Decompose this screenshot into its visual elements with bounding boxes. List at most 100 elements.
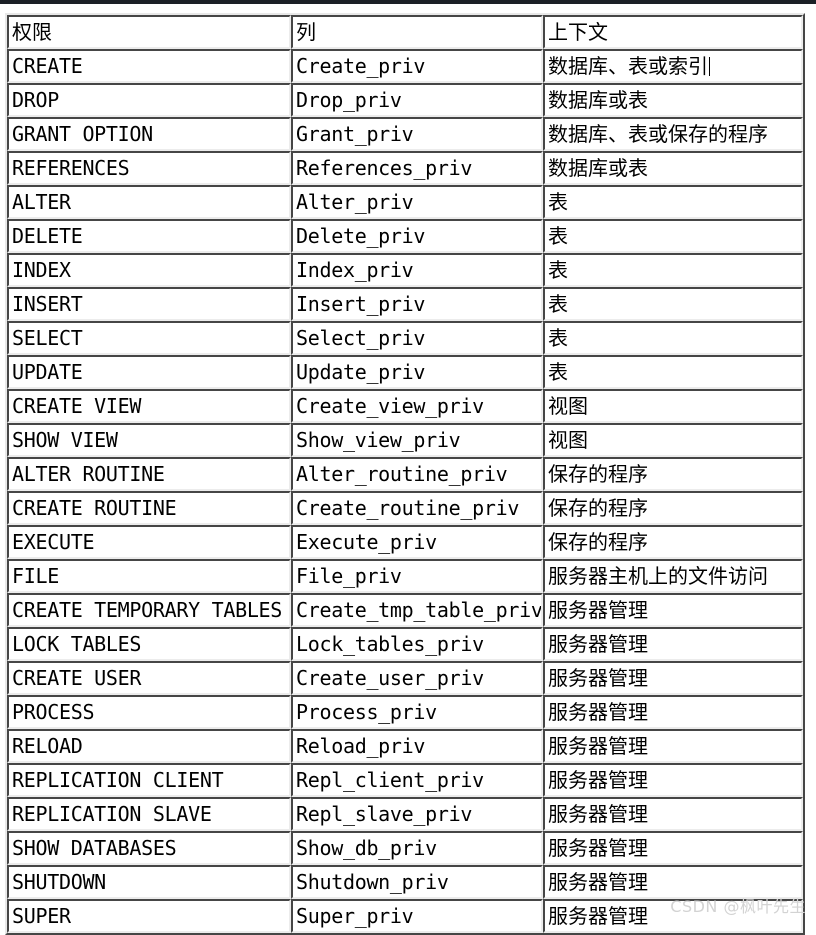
cell-privilege: ALTER ROUTINE bbox=[7, 457, 291, 491]
column-name: Grant_priv bbox=[296, 121, 414, 146]
cell-column: Select_priv bbox=[291, 321, 543, 355]
cell-context: 服务器管理 bbox=[543, 695, 803, 729]
cell-context: 服务器管理 bbox=[543, 763, 803, 797]
cell-column: Repl_slave_priv bbox=[291, 797, 543, 831]
context-text: 数据库、表或保存的程序 bbox=[548, 121, 768, 146]
privilege-name: PROCESS bbox=[12, 699, 95, 724]
context-text: 服务器主机上的文件访问 bbox=[548, 563, 768, 588]
context-text: 表 bbox=[548, 189, 568, 214]
column-name: Reload_priv bbox=[296, 733, 426, 758]
context-text: 表 bbox=[548, 325, 568, 350]
privilege-name: CREATE VIEW bbox=[12, 393, 142, 418]
cell-column: Reload_priv bbox=[291, 729, 543, 763]
cell-context: 表 bbox=[543, 287, 803, 321]
context-text: 服务器管理 bbox=[548, 631, 648, 656]
column-name: Insert_priv bbox=[296, 291, 426, 316]
table-row: SELECT Select_priv 表 bbox=[7, 321, 803, 355]
privilege-name: SHOW DATABASES bbox=[12, 835, 177, 860]
column-header-privilege: 权限 bbox=[7, 15, 291, 49]
table-row: CREATE ROUTINE Create_routine_priv 保存的程序 bbox=[7, 491, 803, 525]
cell-context: 表 bbox=[543, 321, 803, 355]
column-name: Create_routine_priv bbox=[296, 495, 520, 520]
cell-column: Create_priv bbox=[291, 49, 543, 83]
context-text: 服务器管理 bbox=[548, 597, 648, 622]
context-text: 保存的程序 bbox=[548, 461, 648, 486]
cell-privilege: DROP bbox=[7, 83, 291, 117]
privilege-name: CREATE TEMPORARY TABLES bbox=[12, 597, 283, 622]
cell-privilege: DELETE bbox=[7, 219, 291, 253]
table-row: REPLICATION CLIENT Repl_client_priv 服务器管理 bbox=[7, 763, 803, 797]
cell-column: References_priv bbox=[291, 151, 543, 185]
privilege-name: SELECT bbox=[12, 325, 83, 350]
context-text: 保存的程序 bbox=[548, 495, 648, 520]
cell-privilege: CREATE USER bbox=[7, 661, 291, 695]
column-name: Execute_priv bbox=[296, 529, 437, 554]
table-row: INDEX Index_priv 表 bbox=[7, 253, 803, 287]
cell-column: Create_tmp_table_priv bbox=[291, 593, 543, 627]
cell-context: 保存的程序 bbox=[543, 491, 803, 525]
cell-column: Create_view_priv bbox=[291, 389, 543, 423]
table-row: ALTER ROUTINE Alter_routine_priv 保存的程序 bbox=[7, 457, 803, 491]
cell-privilege: FILE bbox=[7, 559, 291, 593]
cell-context: 表 bbox=[543, 355, 803, 389]
privilege-name: REPLICATION SLAVE bbox=[12, 801, 212, 826]
cell-privilege: INDEX bbox=[7, 253, 291, 287]
cell-context: 视图 bbox=[543, 389, 803, 423]
privilege-name: EXECUTE bbox=[12, 529, 95, 554]
context-text: 表 bbox=[548, 223, 568, 248]
cell-privilege: SHOW DATABASES bbox=[7, 831, 291, 865]
cell-column: Show_view_priv bbox=[291, 423, 543, 457]
cell-context: 服务器管理 bbox=[543, 797, 803, 831]
column-name: Update_priv bbox=[296, 359, 426, 384]
column-name: Repl_client_priv bbox=[296, 767, 484, 792]
cell-privilege: PROCESS bbox=[7, 695, 291, 729]
context-text: 表 bbox=[548, 257, 568, 282]
table-row: RELOAD Reload_priv 服务器管理 bbox=[7, 729, 803, 763]
column-name: Create_view_priv bbox=[296, 393, 484, 418]
cell-column: Alter_priv bbox=[291, 185, 543, 219]
column-header-context: 上下文 bbox=[543, 15, 803, 49]
table-row: FILE File_priv 服务器主机上的文件访问 bbox=[7, 559, 803, 593]
context-text: 服务器管理 bbox=[548, 767, 648, 792]
cell-context: 服务器管理 bbox=[543, 593, 803, 627]
cell-column: Lock_tables_priv bbox=[291, 627, 543, 661]
privilege-name: LOCK TABLES bbox=[12, 631, 142, 656]
table-row: DROP Drop_priv 数据库或表 bbox=[7, 83, 803, 117]
cell-column: Shutdown_priv bbox=[291, 865, 543, 899]
cell-column: Update_priv bbox=[291, 355, 543, 389]
column-name: Create_user_priv bbox=[296, 665, 484, 690]
table-row: SHOW VIEW Show_view_priv 视图 bbox=[7, 423, 803, 457]
privilege-name: INDEX bbox=[12, 257, 71, 282]
privilege-name: REFERENCES bbox=[12, 155, 130, 180]
cell-privilege: REFERENCES bbox=[7, 151, 291, 185]
column-name: Delete_priv bbox=[296, 223, 426, 248]
column-name: Select_priv bbox=[296, 325, 426, 350]
cell-column: Process_priv bbox=[291, 695, 543, 729]
cell-context: 表 bbox=[543, 185, 803, 219]
cell-context: 数据库、表或保存的程序 bbox=[543, 117, 803, 151]
column-name: Super_priv bbox=[296, 903, 414, 928]
cell-column: Drop_priv bbox=[291, 83, 543, 117]
column-name: Show_db_priv bbox=[296, 835, 437, 860]
cell-privilege: CREATE bbox=[7, 49, 291, 83]
context-text: 服务器管理 bbox=[548, 869, 648, 894]
table-row: CREATE VIEW Create_view_priv 视图 bbox=[7, 389, 803, 423]
column-name: References_priv bbox=[296, 155, 473, 180]
privilege-name: INSERT bbox=[12, 291, 83, 316]
context-text: 数据库或表 bbox=[548, 87, 648, 112]
cell-privilege: INSERT bbox=[7, 287, 291, 321]
cell-privilege: CREATE TEMPORARY TABLES bbox=[7, 593, 291, 627]
privilege-name: CREATE ROUTINE bbox=[12, 495, 177, 520]
document-page: 权限 列 上下文 CREATE Create_priv 数据库、表或索引 DROP Dr… bbox=[0, 4, 816, 935]
cell-context: 服务器管理 bbox=[543, 729, 803, 763]
table-row: CREATE TEMPORARY TABLES Create_tmp_table_… bbox=[7, 593, 803, 627]
context-text: 视图 bbox=[548, 427, 588, 452]
privilege-name: UPDATE bbox=[12, 359, 83, 384]
column-header-column-label: 列 bbox=[296, 19, 316, 44]
column-name: Process_priv bbox=[296, 699, 437, 724]
cell-context: 数据库或表 bbox=[543, 83, 803, 117]
table-body: 权限 列 上下文 CREATE Create_priv 数据库、表或索引 DROP Dr… bbox=[7, 15, 803, 933]
table-row: DELETE Delete_priv 表 bbox=[7, 219, 803, 253]
context-text: 表 bbox=[548, 359, 568, 384]
privilege-name: SHUTDOWN bbox=[12, 869, 106, 894]
